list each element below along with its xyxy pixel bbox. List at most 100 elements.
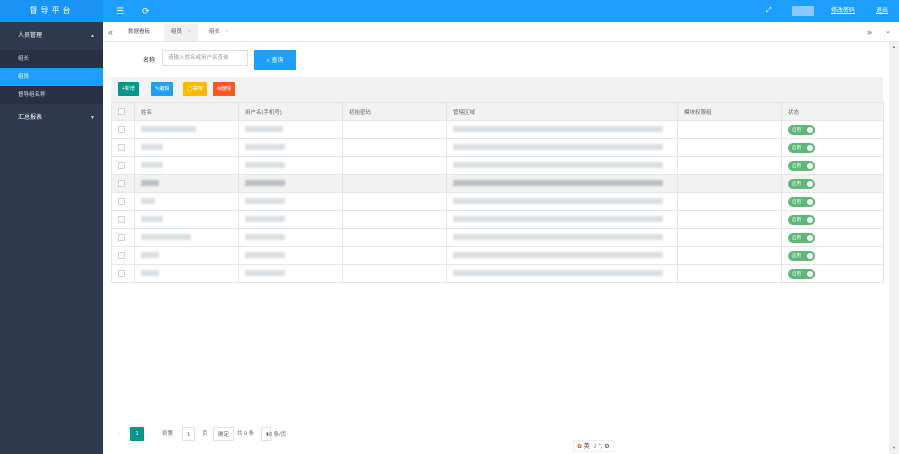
- delete-button[interactable]: ⊗删除: [213, 82, 236, 96]
- select-all-checkbox[interactable]: [118, 108, 125, 115]
- row-checkbox[interactable]: [118, 144, 125, 151]
- cell-username: [238, 192, 343, 211]
- tab-dashboard[interactable]: 数据看板: [128, 24, 150, 41]
- table-row[interactable]: 启用: [111, 120, 884, 139]
- redacted-area: [453, 162, 663, 169]
- add-button[interactable]: +新增: [118, 82, 139, 96]
- confirm-button[interactable]: 确定: [213, 427, 235, 441]
- status-toggle[interactable]: 启用: [788, 196, 815, 207]
- row-checkbox[interactable]: [118, 180, 125, 187]
- row-checkbox[interactable]: [118, 198, 125, 205]
- cell-password: [342, 228, 447, 247]
- row-checkbox-cell: [111, 210, 135, 229]
- next-page-icon[interactable]: ›: [151, 427, 153, 441]
- member-table: 姓名 用户名(手机号) 初始密码 管辖区域 模块权限组 状态 启用 启用 启用 启用启…: [111, 102, 884, 283]
- page-input[interactable]: 1: [182, 427, 196, 441]
- status-toggle-label: 启用: [792, 126, 801, 132]
- row-checkbox[interactable]: [118, 162, 125, 169]
- table-row[interactable]: 启用: [111, 264, 884, 283]
- status-toggle-label: 启用: [792, 252, 801, 258]
- per-page-select[interactable]: 10 条/页 ▾: [261, 427, 286, 441]
- table-row[interactable]: 启用: [111, 246, 884, 265]
- prev-page-icon[interactable]: ‹: [118, 427, 120, 441]
- row-checkbox[interactable]: [118, 234, 125, 241]
- page-scrollbar[interactable]: ▲ ▼: [889, 42, 899, 454]
- cell-area: [446, 210, 678, 229]
- tabs-next-icon[interactable]: »: [867, 22, 872, 42]
- status-toggle[interactable]: 启用: [788, 124, 815, 135]
- table-row[interactable]: 启用: [111, 174, 884, 193]
- cell-name: [134, 210, 239, 229]
- cell-name: [134, 264, 239, 283]
- sidebar-group-label: 汇总报表: [18, 115, 43, 121]
- redacted-area: [453, 180, 663, 187]
- status-toggle[interactable]: 启用: [788, 178, 815, 189]
- sidebar-item-group-name[interactable]: 督导组名称: [0, 86, 103, 104]
- table-row[interactable]: 启用: [111, 210, 884, 229]
- close-icon[interactable]: ×: [226, 29, 229, 35]
- redacted-name: [141, 198, 155, 205]
- search-button[interactable]: ⌕ 查询: [254, 50, 296, 70]
- row-checkbox-cell: [111, 174, 135, 193]
- scroll-up-icon[interactable]: ▲: [892, 44, 896, 49]
- close-icon[interactable]: ×: [188, 29, 191, 35]
- ime-mode-label: 英: [583, 444, 590, 450]
- row-checkbox[interactable]: [118, 126, 125, 133]
- row-checkbox[interactable]: [118, 252, 125, 259]
- toggle-knob: [807, 162, 813, 169]
- row-checkbox-cell: [111, 138, 135, 157]
- cell-area: [446, 192, 678, 211]
- chevron-down-icon[interactable]: ⌄: [885, 22, 891, 42]
- sidebar-item-leader[interactable]: 组长: [0, 50, 103, 68]
- row-checkbox-cell: [111, 192, 135, 211]
- refresh-icon[interactable]: ⟳: [142, 0, 150, 22]
- tab-member[interactable]: 组员 ×: [164, 24, 198, 41]
- status-toggle[interactable]: 启用: [788, 142, 815, 153]
- cell-password: [342, 246, 447, 265]
- table-row[interactable]: 启用: [111, 138, 884, 157]
- page-current[interactable]: 1: [130, 427, 144, 441]
- redacted-area: [453, 216, 663, 223]
- edit-button[interactable]: ✎编辑: [151, 82, 174, 96]
- row-checkbox[interactable]: [118, 270, 125, 277]
- search-input[interactable]: [162, 50, 248, 66]
- redacted-name: [141, 162, 163, 169]
- caret-down-icon: ▾: [266, 432, 269, 438]
- cell-permission: [677, 192, 782, 211]
- scroll-down-icon[interactable]: ▼: [892, 445, 896, 450]
- row-checkbox-cell: [111, 246, 135, 265]
- status-toggle[interactable]: 启用: [788, 160, 815, 171]
- sidebar-item-member[interactable]: 组员: [0, 68, 103, 86]
- table-row[interactable]: 启用: [111, 156, 884, 175]
- fullscreen-icon[interactable]: ⤢: [766, 0, 772, 22]
- row-checkbox[interactable]: [118, 216, 125, 223]
- tabs-prev-icon[interactable]: «: [108, 22, 113, 42]
- goto-label: 到第: [162, 431, 174, 437]
- cell-password: [342, 138, 447, 157]
- status-toggle[interactable]: 启用: [788, 232, 815, 243]
- sidebar: 人员管理 ▲ 组长 组员 督导组名称 汇总报表 ▼: [0, 22, 103, 454]
- toggle-knob: [807, 126, 813, 133]
- main-content: 名称 ⌕ 查询 +新增 ✎编辑 ◯禁用 ⊗删除 姓名: [103, 42, 889, 454]
- hamburger-icon[interactable]: ☰: [116, 0, 124, 22]
- status-toggle-label: 启用: [792, 162, 801, 168]
- redacted-username: [245, 234, 285, 241]
- avatar[interactable]: [792, 6, 814, 16]
- table-header-row: 姓名 用户名(手机号) 初始密码 管辖区域 模块权限组 状态: [111, 102, 884, 121]
- change-password-link[interactable]: 修改密码: [831, 0, 855, 22]
- sidebar-group-reports[interactable]: 汇总报表 ▼: [0, 104, 103, 132]
- ime-toolbar[interactable]: ✿ 英 ☽ °, ⚙: [573, 440, 614, 452]
- cell-password: [342, 156, 447, 175]
- tab-leader[interactable]: 组长 ×: [209, 24, 229, 41]
- status-toggle[interactable]: 启用: [788, 214, 815, 225]
- sidebar-group-personnel[interactable]: 人员管理 ▲: [0, 22, 103, 50]
- status-toggle[interactable]: 启用: [788, 268, 815, 279]
- disable-button[interactable]: ◯禁用: [183, 82, 207, 96]
- total-count: 共 9 条: [237, 431, 255, 437]
- table-row[interactable]: 启用: [111, 228, 884, 247]
- caret-up-icon: ▲: [90, 33, 95, 39]
- status-toggle[interactable]: 启用: [788, 250, 815, 261]
- cell-username: [238, 174, 343, 193]
- table-row[interactable]: 启用: [111, 192, 884, 211]
- logout-link[interactable]: 退出: [876, 0, 888, 22]
